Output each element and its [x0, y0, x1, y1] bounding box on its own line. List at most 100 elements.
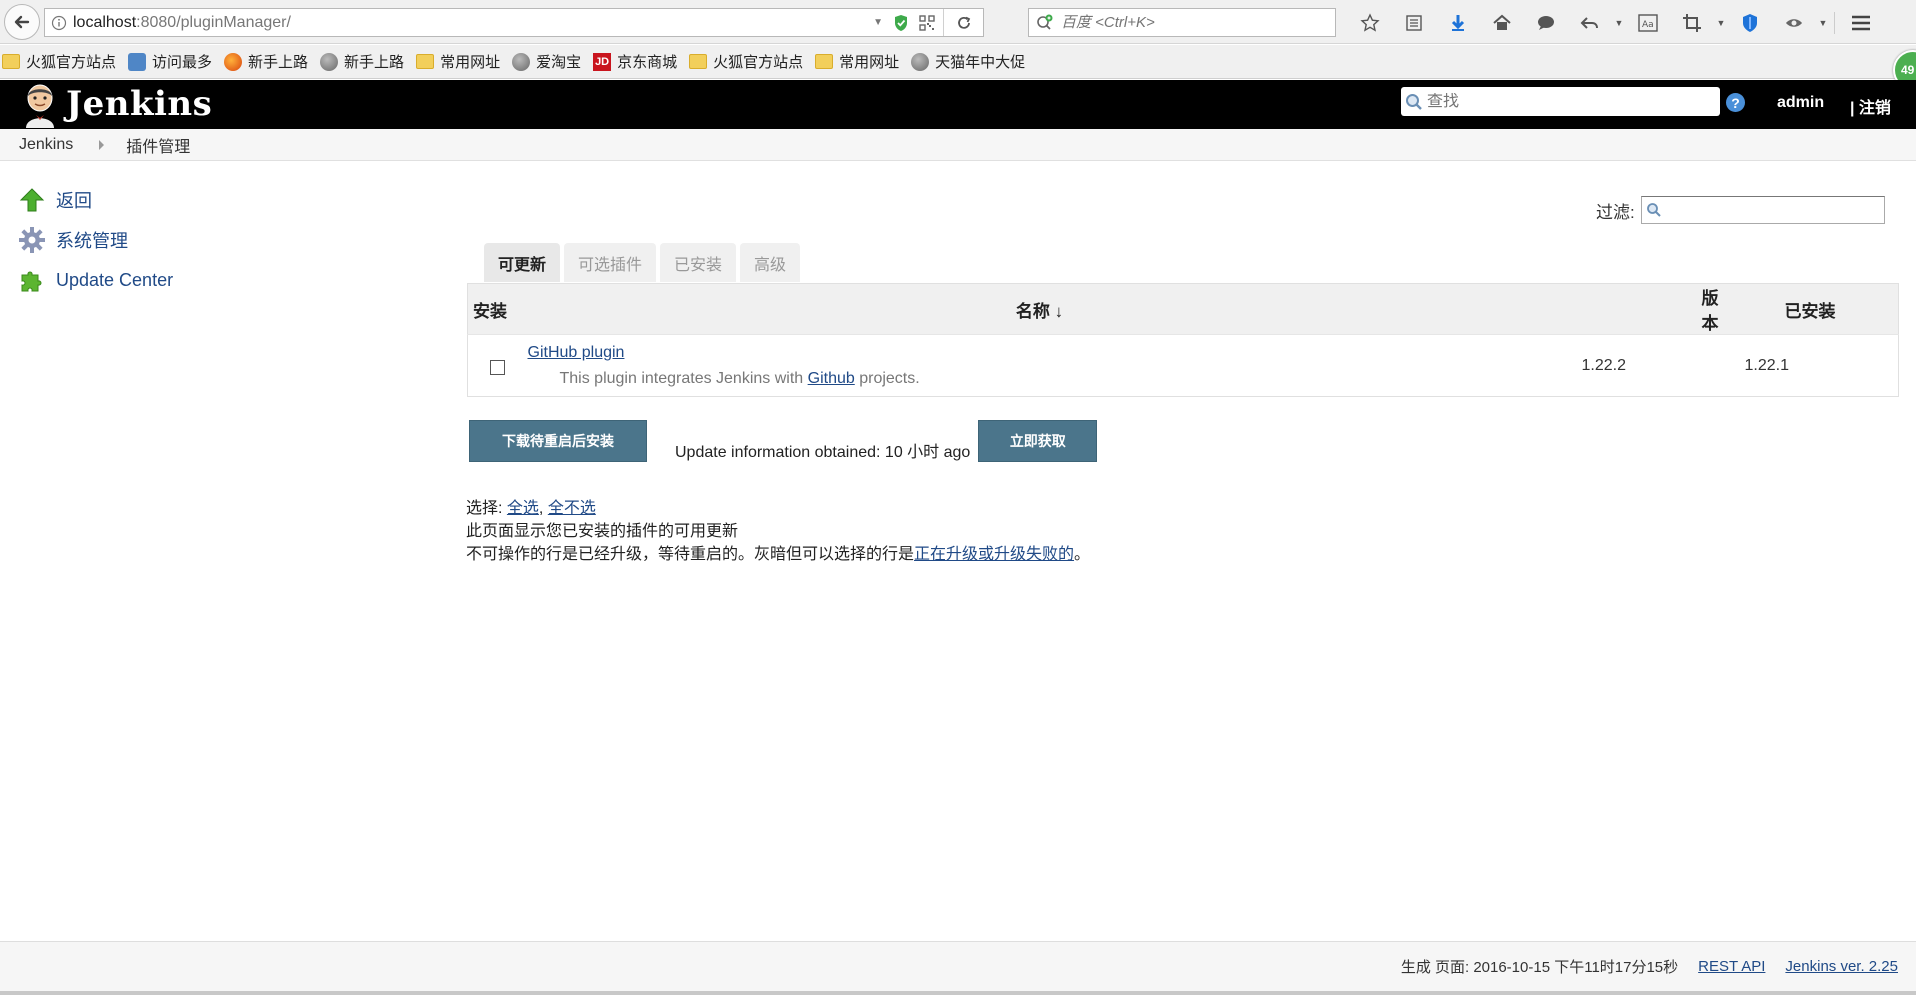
- bookmark-item[interactable]: 火狐官方站点: [2, 51, 116, 72]
- plugin-name-link[interactable]: GitHub plugin: [528, 344, 1552, 362]
- web-search-input[interactable]: [1061, 14, 1311, 31]
- crop-icon[interactable]: [1670, 8, 1714, 37]
- extension-dropdown-icon[interactable]: ▼: [1816, 8, 1830, 37]
- breadcrumb-separator-icon: [99, 139, 105, 150]
- user-link[interactable]: admin: [1777, 94, 1824, 112]
- note-line: 此页面显示您已安装的插件的可用更新: [466, 523, 739, 540]
- menu-hamburger-icon[interactable]: [1839, 8, 1883, 37]
- bookmark-item[interactable]: 新手上路: [320, 51, 404, 72]
- tab-updates[interactable]: 可更新: [484, 243, 561, 282]
- filter-input-box[interactable]: [1640, 196, 1885, 224]
- bookmark-star-icon[interactable]: [1348, 8, 1392, 37]
- update-info-text: Update information obtained: 10 小时 ago: [675, 444, 971, 461]
- table-row: GitHub plugin This plugin integrates Jen…: [467, 334, 1899, 397]
- home-icon[interactable]: [1480, 8, 1524, 37]
- tab-available[interactable]: 可选插件: [564, 243, 657, 282]
- crop-dropdown-icon[interactable]: ▼: [1714, 8, 1728, 37]
- qr-code-icon[interactable]: [919, 14, 935, 31]
- plugin-desc-link[interactable]: Github: [808, 370, 855, 387]
- dropdown-arrow-icon[interactable]: ▼: [873, 17, 883, 28]
- security-shield-icon[interactable]: [1728, 8, 1772, 37]
- rest-api-link[interactable]: REST API: [1698, 958, 1765, 975]
- sidebar-item-label: 返回: [56, 191, 92, 211]
- folder-icon: [416, 54, 435, 69]
- chat-icon[interactable]: [1524, 8, 1568, 37]
- column-header-install[interactable]: 安装: [467, 283, 528, 335]
- note-text: 不可操作的行是已经升级，等待重启的。灰暗但可以选择的行是: [466, 546, 915, 563]
- column-header-name[interactable]: 名称 ↓: [527, 283, 1552, 335]
- bookmark-label: 新手上路: [248, 54, 309, 71]
- up-arrow-icon: [18, 186, 46, 214]
- breadcrumb-current[interactable]: 插件管理: [126, 133, 190, 157]
- jenkins-header: Jenkins ? admin | 注销: [0, 80, 1916, 129]
- select-line: 选择: 全选, 全不选: [466, 497, 1090, 520]
- undo-icon[interactable]: [1568, 8, 1612, 37]
- url-host: localhost: [73, 13, 137, 31]
- bookmark-item[interactable]: 天猫年中大促: [911, 51, 1025, 72]
- column-header-installed[interactable]: 已安装: [1718, 283, 1899, 335]
- sidebar-item-manage[interactable]: 系统管理: [18, 220, 173, 260]
- footer: 生成 页面: 2016-10-15 下午11时17分15秒 REST API J…: [0, 941, 1916, 991]
- breadcrumb-root[interactable]: Jenkins: [19, 136, 73, 154]
- undo-dropdown-icon[interactable]: ▼: [1612, 8, 1626, 37]
- jenkins-title[interactable]: Jenkins: [66, 84, 212, 124]
- shield-check-icon[interactable]: [893, 14, 909, 32]
- bookmark-item[interactable]: JD 京东商城: [593, 51, 677, 72]
- bookmark-item[interactable]: 新手上路: [224, 51, 308, 72]
- info-icon[interactable]: [45, 9, 73, 36]
- search-icon: [1646, 203, 1661, 217]
- reload-button[interactable]: [943, 9, 983, 36]
- sidebar-item-back[interactable]: 返回: [18, 180, 173, 220]
- bookmark-item[interactable]: 火狐官方站点: [689, 51, 803, 72]
- download-icon[interactable]: [1436, 8, 1480, 37]
- bookmark-item[interactable]: 爱淘宝: [512, 51, 581, 72]
- select-all-link[interactable]: 全选: [507, 500, 539, 517]
- bookmark-label: 京东商城: [617, 54, 678, 71]
- bookmarks-bar: 火狐官方站点 访问最多 新手上路 新手上路 常用网址 爱淘宝 JD 京东商城 火狐…: [0, 45, 1916, 79]
- reader-mode-icon[interactable]: Aa: [1626, 8, 1670, 37]
- bookmark-item[interactable]: 常用网址: [815, 51, 899, 72]
- browser-toolbar: localhost:8080/pluginManager/ ▼ ▼ Aa ▼ ▼: [0, 0, 1916, 44]
- logout-link[interactable]: | 注销: [1850, 94, 1891, 118]
- jenkins-logo-icon[interactable]: [18, 82, 62, 128]
- search-engine-icon: [1037, 14, 1053, 30]
- table-header-row: 安装 名称 ↓ 版本 已安装: [467, 283, 1899, 335]
- extension-icon[interactable]: [1772, 8, 1816, 37]
- name-cell: GitHub plugin This plugin integrates Jen…: [527, 334, 1552, 397]
- back-button[interactable]: [4, 4, 40, 40]
- tab-installed[interactable]: 已安装: [660, 243, 737, 282]
- version-cell: 1.22.2: [1551, 334, 1719, 397]
- select-separator: ,: [538, 500, 548, 517]
- tab-advanced[interactable]: 高级: [740, 243, 801, 282]
- install-after-restart-button[interactable]: 下载待重启后安装: [469, 420, 647, 462]
- sidebar-item-label: 系统管理: [56, 231, 128, 251]
- sidebar-item-label: Update Center: [56, 269, 174, 290]
- tab-bar: 可更新 可选插件 已安装 高级: [484, 243, 801, 282]
- globe-icon: [911, 52, 930, 71]
- url-text[interactable]: localhost:8080/pluginManager/: [73, 14, 873, 32]
- bookmark-item[interactable]: 常用网址: [416, 51, 500, 72]
- jenkins-search-input[interactable]: [1427, 92, 1707, 111]
- jd-icon: JD: [593, 52, 612, 71]
- check-now-button[interactable]: 立即获取: [978, 420, 1098, 462]
- filter-input[interactable]: [1661, 201, 1872, 219]
- upgrading-failed-link[interactable]: 正在升级或升级失败的: [914, 546, 1074, 563]
- jenkins-search-box[interactable]: [1401, 87, 1720, 116]
- install-checkbox[interactable]: [490, 359, 506, 375]
- sidebar-item-update-center[interactable]: Update Center: [18, 260, 173, 300]
- reading-list-icon[interactable]: [1392, 8, 1436, 37]
- help-icon[interactable]: ?: [1726, 93, 1745, 112]
- bookmark-label: 爱淘宝: [536, 54, 582, 71]
- select-label: 选择:: [466, 500, 507, 517]
- notes: 选择: 全选, 全不选 此页面显示您已安装的插件的可用更新 不可操作的行是已经升…: [466, 497, 1090, 566]
- bookmark-item[interactable]: 访问最多: [128, 51, 212, 72]
- url-bar[interactable]: localhost:8080/pluginManager/ ▼: [44, 8, 984, 37]
- breadcrumb: Jenkins 插件管理: [0, 129, 1916, 161]
- folder-icon: [2, 54, 20, 69]
- action-row: 下载待重启后安装 Update information obtained: 10…: [469, 420, 1098, 462]
- jenkins-version-link[interactable]: Jenkins ver. 2.25: [1785, 958, 1898, 975]
- web-search-bar[interactable]: [1028, 8, 1336, 37]
- select-none-link[interactable]: 全不选: [548, 500, 596, 517]
- column-header-version[interactable]: 版本: [1551, 283, 1719, 335]
- bookmark-label: 常用网址: [839, 54, 900, 71]
